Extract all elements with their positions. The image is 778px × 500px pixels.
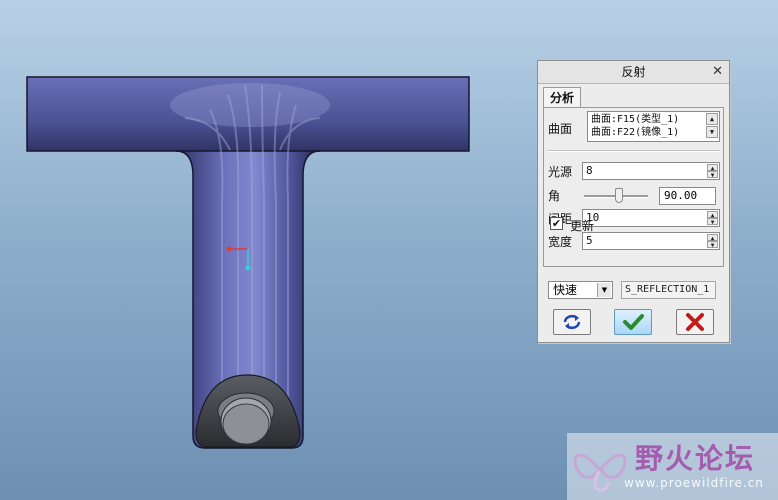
- butterfly-logo-icon: [573, 453, 627, 492]
- angle-label: 角: [548, 189, 561, 203]
- checkmark-glyph: ✔: [551, 217, 562, 230]
- mode-select[interactable]: 快速 ▼: [548, 281, 613, 299]
- angle-slider-thumb[interactable]: [615, 188, 624, 203]
- watermark-title: 野火论坛: [635, 442, 756, 475]
- spin-up-icon[interactable]: ▲: [707, 234, 718, 242]
- dialog-title: 反射: [621, 65, 646, 79]
- update-label: 更新: [570, 219, 595, 233]
- tab-analysis[interactable]: 分析: [543, 87, 582, 108]
- dialog-titlebar[interactable]: 反射 ✕: [538, 61, 729, 84]
- repeat-icon: [563, 314, 581, 330]
- spacing-spinner[interactable]: 10 ▲ ▼: [582, 209, 720, 227]
- checkmark-icon: [623, 314, 644, 330]
- surface-label: 曲面: [548, 122, 573, 136]
- tab-strip: 分析: [543, 87, 582, 108]
- chevron-down-icon[interactable]: ▼: [597, 283, 611, 297]
- watermark-url: www.proewildfire.cn: [624, 476, 764, 490]
- surface-list-scrollbar[interactable]: ▲ ▼: [706, 113, 718, 140]
- dialog-button-bar: [543, 306, 724, 338]
- angle-input[interactable]: 90.00: [659, 187, 716, 205]
- update-checkbox[interactable]: ✔: [550, 217, 563, 230]
- close-icon[interactable]: ✕: [712, 61, 723, 83]
- surface-list[interactable]: 曲面:F15(类型_1) 曲面:F22(镜像_1) ▲ ▼: [587, 111, 720, 142]
- cap-boss-face: [222, 403, 270, 445]
- light-source-label: 光源: [548, 165, 573, 179]
- repeat-button[interactable]: [553, 309, 591, 335]
- width-label: 宽度: [548, 235, 573, 249]
- spin-down-icon[interactable]: ▼: [707, 241, 718, 249]
- specular-highlight: [170, 83, 330, 127]
- reflection-dialog: 反射 ✕ 分析 曲面 曲面:F15(类型_1) 曲面:F22(镜像_1) ▲ ▼…: [537, 60, 730, 343]
- accept-button[interactable]: [614, 309, 652, 335]
- cancel-button[interactable]: [676, 309, 714, 335]
- list-item[interactable]: 曲面:F15(类型_1): [591, 113, 701, 126]
- cancel-icon: [686, 313, 704, 331]
- analysis-panel: 曲面 曲面:F15(类型_1) 曲面:F22(镜像_1) ▲ ▼ 光源 8 ▲ ▼…: [543, 107, 724, 267]
- spin-down-icon[interactable]: ▼: [707, 218, 718, 226]
- spin-up-icon[interactable]: ▲: [707, 211, 718, 219]
- mode-value: 快速: [553, 283, 578, 297]
- spin-down-icon[interactable]: ▼: [707, 171, 718, 179]
- scroll-down-icon[interactable]: ▼: [706, 126, 718, 138]
- divider: [547, 150, 720, 152]
- list-item[interactable]: 曲面:F22(镜像_1): [591, 126, 701, 139]
- width-spinner[interactable]: 5 ▲ ▼: [582, 232, 720, 250]
- spin-up-icon[interactable]: ▲: [707, 164, 718, 172]
- light-source-value: 8: [586, 164, 593, 177]
- width-value: 5: [586, 234, 593, 247]
- light-source-spinner[interactable]: 8 ▲ ▼: [582, 162, 720, 180]
- analysis-name-field[interactable]: S_REFLECTION_1: [621, 281, 716, 299]
- scroll-up-icon[interactable]: ▲: [706, 113, 718, 125]
- forum-watermark: 野火论坛 www.proewildfire.cn: [567, 433, 778, 500]
